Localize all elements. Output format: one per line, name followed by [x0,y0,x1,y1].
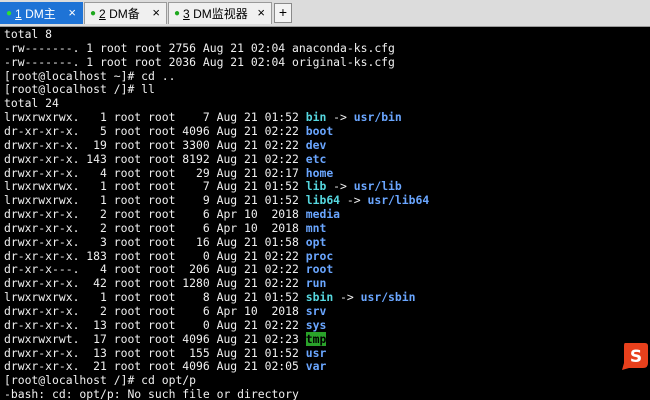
listing-row: drwxr-xr-x. 2 root root 6 Apr 10 2018 me… [4,207,340,221]
symlink-name: lib [305,179,327,194]
listing-row: lrwxrwxrwx. 1 root root 8 Aug 21 01:52 s… [4,290,416,304]
tab-bar: ● 1 DM主 × ● 2 DM备 × ● 3 DM监视器 × + [0,0,650,27]
symlink-target: usr/lib [353,179,402,194]
line-text: [root@localhost ~]# cd .. [4,68,176,83]
terminal-line: -rw-------. 1 root root 2756 Aug 21 02:0… [4,41,395,55]
tab-dm-monitor[interactable]: ● 3 DM监视器 × [168,2,272,24]
listing-row: drwxr-xr-x. 19 root root 3300 Aug 21 02:… [4,138,326,152]
line-text: drwxr-xr-x. 2 root root 6 Apr 10 2018 [4,220,306,235]
symlink-target: usr/lib64 [367,193,430,208]
line-text: dr-xr-xr-x. 5 root root 4096 Aug 21 02:2… [4,123,306,138]
close-icon[interactable]: × [152,5,160,20]
add-tab-button[interactable]: + [274,3,292,23]
listing-row: dr-xr-xr-x. 13 root root 0 Aug 21 02:22 … [4,318,326,332]
listing-row: lrwxrwxrwx. 1 root root 7 Aug 21 01:52 l… [4,179,402,193]
directory-name: usr [305,345,327,360]
line-text: drwxr-xr-x. 2 root root 6 Apr 10 2018 [4,207,306,222]
listing-row: drwxr-xr-x. 2 root root 6 Apr 10 2018 mn… [4,221,326,235]
directory-name: opt [305,234,327,249]
symlink-target: usr/sbin [360,290,416,305]
line-text: -rw-------. 1 root root 2756 Aug 21 02:0… [4,40,395,55]
sogou-ime-icon[interactable]: S [619,341,649,371]
directory-name: proc [305,248,334,263]
terminal-line: total 8 [4,27,52,41]
tab-label: 3 DM监视器 [183,7,248,21]
symlink-name: bin [305,110,327,125]
line-text: dr-xr-xr-x. 13 root root 0 Aug 21 02:22 [4,317,306,332]
listing-row: drwxr-xr-x. 4 root root 29 Aug 21 02:17 … [4,166,333,180]
line-text: lrwxrwxrwx. 1 root root 8 Aug 21 01:52 [4,290,306,305]
ime-glyph: S [630,347,642,367]
line-text: -bash: cd: opt/p: No such file or direct… [4,387,299,400]
listing-row: drwxrwxrwt. 17 root root 4096 Aug 21 02:… [4,331,327,346]
directory-name: tmp [305,331,327,346]
directory-name: media [305,207,341,222]
listing-row: dr-xr-x---. 4 root root 206 Aug 21 02:22… [4,262,333,276]
line-text: drwxr-xr-x. 21 root root 4096 Aug 21 02:… [4,359,306,374]
connected-dot-icon: ● [174,8,181,19]
listing-row: drwxr-xr-x. 3 root root 16 Aug 21 01:58 … [4,235,326,249]
line-text: drwxr-xr-x. 3 root root 16 Aug 21 01:58 [4,234,306,249]
symlink-arrow: -> [326,179,354,194]
directory-name: boot [305,123,334,138]
directory-name: root [305,262,334,277]
terminal-line: total 24 [4,96,59,110]
line-text: [root@localhost /]# ll [4,82,155,97]
line-text: drwxrwxrwt. 17 root root 4096 Aug 21 02:… [4,331,306,346]
directory-name: sys [305,317,327,332]
close-icon[interactable]: × [257,5,265,20]
symlink-arrow: -> [326,110,354,125]
terminal-line: -rw-------. 1 root root 2036 Aug 21 02:0… [4,55,395,69]
directory-name: dev [305,137,327,152]
directory-name: run [305,276,327,291]
line-text: -rw-------. 1 root root 2036 Aug 21 02:0… [4,54,395,69]
symlink-name: lib64 [305,193,341,208]
terminal-output[interactable]: total 8 -rw-------. 1 root root 2756 Aug … [0,27,650,400]
line-text: dr-xr-xr-x. 183 root root 0 Aug 21 02:22 [4,248,306,263]
listing-row: drwxr-xr-x. 143 root root 8192 Aug 21 02… [4,152,326,166]
listing-row: lrwxrwxrwx. 1 root root 7 Aug 21 01:52 b… [4,110,402,124]
directory-name: etc [305,151,327,166]
listing-row: drwxr-xr-x. 42 root root 1280 Aug 21 02:… [4,276,326,290]
line-text: lrwxrwxrwx. 1 root root 7 Aug 21 01:52 [4,179,306,194]
terminal-line: [root@localhost ~]# cd .. [4,69,175,83]
directory-name: home [305,165,334,180]
symlink-target: usr/bin [353,110,402,125]
directory-name: mnt [305,220,327,235]
close-icon[interactable]: × [68,5,76,20]
symlink-name: sbin [305,290,334,305]
line-text: lrwxrwxrwx. 1 root root 7 Aug 21 01:52 [4,110,306,125]
terminal-line: -bash: cd: opt/p: No such file or direct… [4,387,299,400]
line-text: drwxr-xr-x. 4 root root 29 Aug 21 02:17 [4,165,306,180]
line-text: [root@localhost /]# cd opt/p [4,373,197,388]
listing-row: dr-xr-xr-x. 183 root root 0 Aug 21 02:22… [4,249,333,263]
line-text: lrwxrwxrwx. 1 root root 9 Aug 21 01:52 [4,193,306,208]
symlink-arrow: -> [340,193,368,208]
listing-row: drwxr-xr-x. 2 root root 6 Apr 10 2018 sr… [4,304,326,318]
directory-name: srv [305,304,327,318]
connected-dot-icon: ● [6,8,13,19]
line-text: total 8 [4,27,53,41]
listing-row: drwxr-xr-x. 21 root root 4096 Aug 21 02:… [4,359,326,373]
line-text: drwxr-xr-x. 19 root root 3300 Aug 21 02:… [4,137,306,152]
listing-row: lrwxrwxrwx. 1 root root 9 Aug 21 01:52 l… [4,193,429,207]
tab-label: 2 DM备 [99,7,140,21]
symlink-arrow: -> [333,290,361,305]
terminal-line: [root@localhost /]# ll [4,82,155,96]
line-text: drwxr-xr-x. 2 root root 6 Apr 10 2018 [4,304,306,318]
line-text: drwxr-xr-x. 42 root root 1280 Aug 21 02:… [4,276,306,291]
listing-row: drwxr-xr-x. 13 root root 155 Aug 21 01:5… [4,346,326,360]
line-text: dr-xr-x---. 4 root root 206 Aug 21 02:22 [4,262,306,277]
listing-row: dr-xr-xr-x. 5 root root 4096 Aug 21 02:2… [4,124,333,138]
tab-label: 1 DM主 [15,7,56,21]
tab-dm-primary[interactable]: ● 1 DM主 × [0,2,83,24]
line-text: drwxr-xr-x. 13 root root 155 Aug 21 01:5… [4,345,306,360]
terminal-line: [root@localhost /]# cd opt/p [4,373,196,387]
line-text: drwxr-xr-x. 143 root root 8192 Aug 21 02… [4,151,306,166]
directory-name: var [305,359,327,374]
tab-dm-standby[interactable]: ● 2 DM备 × [84,2,167,24]
connected-dot-icon: ● [90,8,97,19]
line-text: total 24 [4,96,59,111]
